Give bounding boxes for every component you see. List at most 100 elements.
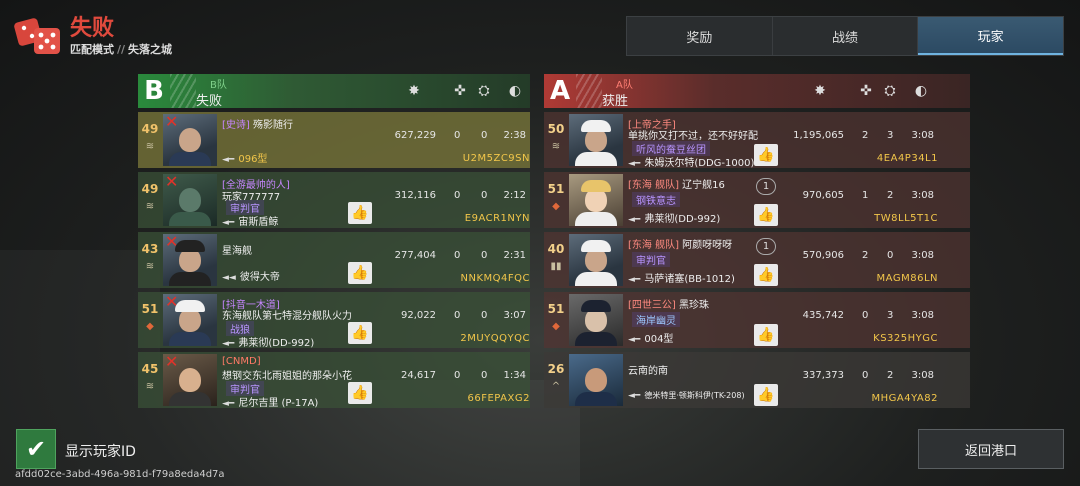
- level-number: 26: [547, 362, 565, 376]
- ship-icon: ◄━: [222, 155, 235, 165]
- time-icon: ◐: [508, 83, 522, 99]
- player-level: 51 ◆: [544, 172, 568, 228]
- player-row[interactable]: 43 ≋ ✕ 星海舰 ◄◄ 彼得大帝 👍 277,404 0 0 2:31 NNKM…: [138, 232, 530, 288]
- player-name: 殇影随行: [253, 120, 293, 131]
- eliminated-icon: ✕: [165, 354, 179, 371]
- player-name: 辽宁舰16: [682, 180, 725, 191]
- like-button[interactable]: 👍: [754, 264, 778, 286]
- badge-count: 1: [756, 238, 776, 255]
- player-tag: [东海 舰队]: [628, 240, 679, 251]
- avatar: ✕: [163, 354, 217, 406]
- ship-icon: ◄━: [628, 335, 641, 345]
- ship-name: 彼得大帝: [239, 272, 280, 283]
- level-number: 49: [141, 182, 159, 196]
- player-id: U2M5ZC9SN: [462, 153, 530, 164]
- assists: 2: [887, 190, 894, 201]
- avatar: [569, 174, 623, 226]
- checkmark-icon: ✔: [25, 435, 47, 463]
- survival-time: 3:08: [911, 130, 934, 141]
- like-button[interactable]: 👍: [754, 384, 778, 406]
- tab-players[interactable]: 玩家: [918, 17, 1064, 55]
- return-port-button[interactable]: 返回港口: [918, 429, 1064, 469]
- rank-chevron-icon: ◆: [552, 321, 560, 332]
- tab-record[interactable]: 战绩: [773, 17, 919, 55]
- team-b-name: B队: [210, 80, 227, 91]
- like-button[interactable]: 👍: [348, 382, 372, 404]
- level-number: 51: [141, 302, 159, 316]
- ship-icon: ◄━: [628, 275, 641, 285]
- player-name: 想钢交东北雨姐姐的那朵小花: [222, 371, 352, 382]
- score: 970,605: [802, 190, 844, 201]
- player-tag: [四世三公]: [628, 300, 676, 311]
- support-icon: ⛭: [478, 83, 490, 99]
- player-tag-line: [史诗] 殇影随行: [222, 116, 293, 131]
- kills: 0: [862, 370, 869, 381]
- ship-line: ◄━ 弗莱彻(DD-992): [222, 334, 314, 349]
- player-row[interactable]: 40 ▮▮ [东海 舰队] 阿颜呀呀呀 审判官 ◄━ 马萨诸塞(BB-1012) 1…: [544, 232, 970, 288]
- level-number: 45: [141, 362, 159, 376]
- result-tabs: 奖励 战绩 玩家: [626, 16, 1064, 56]
- like-button[interactable]: 👍: [754, 144, 778, 166]
- player-row[interactable]: 51 ◆ ✕ [抖音一木道] 东海舰队第七特混分舰队火力 战狼 ◄━ 弗莱彻(DD-…: [138, 292, 530, 349]
- like-button[interactable]: 👍: [348, 322, 372, 344]
- player-tag-line: [四世三公] 黑珍珠: [628, 296, 709, 311]
- ship-name: 宙斯盾鲸: [238, 217, 279, 228]
- ship-line: ◄━ 弗莱彻(DD-992): [628, 210, 720, 225]
- player-title: 审判官: [632, 252, 670, 267]
- show-id-checkbox[interactable]: ✔: [16, 429, 56, 469]
- player-row[interactable]: 49 ≋ ✕ [史诗] 殇影随行 ◄━ 096型 627,229 0 0 2:38 …: [138, 112, 530, 168]
- eliminated-icon: ✕: [165, 114, 179, 131]
- score: 24,617: [401, 370, 436, 381]
- assists: 0: [481, 190, 488, 201]
- ship-name: 弗莱彻(DD-992): [644, 214, 721, 225]
- player-row[interactable]: 45 ≋ ✕ [CNMD] 想钢交东北雨姐姐的那朵小花 审判官 ◄━ 尼尔吉里 (P…: [138, 352, 530, 409]
- player-row[interactable]: 51 ◆ [东海 舰队] 辽宁舰16 钢铁意志 ◄━ 弗莱彻(DD-992) 1 👍…: [544, 172, 970, 228]
- assists: 0: [481, 250, 488, 261]
- assists: 3: [887, 310, 894, 321]
- ship-name: 096型: [238, 154, 268, 165]
- rank-chevron-icon: ◆: [552, 201, 560, 212]
- player-row[interactable]: 26 ^ 云南的南 ◄━ 德米特里·顿斯科伊(TK-208) 👍 337,373 0…: [544, 352, 970, 408]
- ship-icon: ◄━: [628, 391, 641, 401]
- like-button[interactable]: 👍: [348, 202, 372, 224]
- ship-line: ◄━ 004型: [628, 330, 673, 345]
- like-button[interactable]: 👍: [348, 262, 372, 284]
- kills: 0: [454, 250, 461, 261]
- team-b-status: 失败: [196, 94, 223, 109]
- rank-wings-icon: ≋: [551, 141, 561, 152]
- badge-count: 1: [756, 178, 776, 195]
- rank-wings-icon: ≋: [145, 381, 155, 392]
- like-button[interactable]: 👍: [754, 204, 778, 226]
- kills: 2: [862, 130, 869, 141]
- rank-bars-icon: ▮▮: [550, 261, 562, 272]
- player-row[interactable]: 50 ≋ [上帝之手] 单挑你又打不过，还不好好配 听风的蚕豆丝团 ◄━ 朱姆沃尔特…: [544, 112, 970, 169]
- player-row[interactable]: 49 ≋ ✕ [全游最帅的人] 玩家777777 审判官 ◄━ 宙斯盾鲸 👍 312…: [138, 172, 530, 228]
- player-level: 40 ▮▮: [544, 232, 568, 288]
- match-uuid: afdd02ce-3abd-496a-981d-f79a8eda4d7a: [15, 469, 225, 480]
- player-tag-line: [东海 舰队] 辽宁舰16: [628, 176, 725, 191]
- player-id: E9ACR1NYN: [464, 213, 530, 224]
- survival-time: 2:38: [503, 130, 526, 141]
- tab-rewards[interactable]: 奖励: [627, 17, 773, 55]
- player-tag: [CNMD]: [222, 356, 261, 367]
- survival-time: 2:12: [503, 190, 526, 201]
- avatar: ✕: [163, 174, 217, 226]
- player-id: 2MUYQQYQC: [460, 333, 530, 344]
- like-button[interactable]: 👍: [754, 324, 778, 346]
- player-id: MHGA4YA82: [871, 393, 938, 404]
- ship-icon: ◄━: [628, 215, 641, 225]
- player-row[interactable]: 51 ◆ [四世三公] 黑珍珠 海岸幽灵 ◄━ 004型 👍 435,742 0 3…: [544, 292, 970, 348]
- avatar: ✕: [163, 294, 217, 346]
- level-number: 51: [547, 182, 565, 196]
- score: 337,373: [802, 370, 844, 381]
- assists: 3: [887, 130, 894, 141]
- ship-name: 004型: [644, 334, 674, 345]
- rank-wings-icon: ≋: [145, 261, 155, 272]
- player-name: 单挑你又打不过，还不好好配: [628, 131, 758, 142]
- avatar: ✕: [163, 114, 217, 166]
- score: 570,906: [802, 250, 844, 261]
- player-name: 云南的南: [628, 366, 668, 377]
- eliminated-icon: ✕: [165, 174, 179, 191]
- player-name: 阿颜呀呀呀: [682, 240, 733, 251]
- ship-line: ◄━ 德米特里·顿斯科伊(TK-208): [628, 390, 745, 401]
